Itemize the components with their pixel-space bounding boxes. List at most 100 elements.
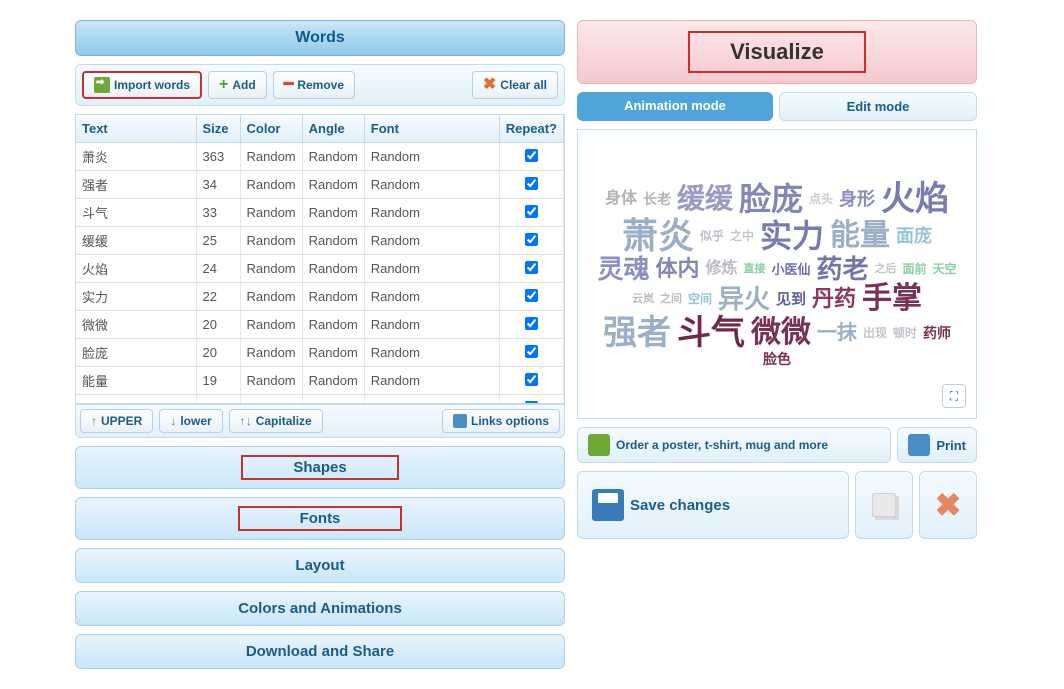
- table-row[interactable]: 萧炎363RandomRandomRandom: [76, 143, 564, 171]
- col-angle[interactable]: Angle: [302, 115, 364, 143]
- cell-font[interactable]: Random: [364, 255, 499, 283]
- repeat-checkbox[interactable]: [525, 317, 538, 330]
- table-row[interactable]: 实力22RandomRandomRandom: [76, 283, 564, 311]
- cell-color[interactable]: Random: [240, 227, 302, 255]
- colors-section[interactable]: Colors and Animations: [75, 591, 565, 626]
- cancel-button[interactable]: ✖: [919, 471, 977, 539]
- repeat-checkbox[interactable]: [525, 289, 538, 302]
- cell-color[interactable]: Random: [240, 143, 302, 171]
- cell-repeat[interactable]: [499, 339, 563, 367]
- cell-font[interactable]: Random: [364, 283, 499, 311]
- layout-section[interactable]: Layout: [75, 548, 565, 583]
- cell-text[interactable]: 斗气: [76, 199, 196, 227]
- shapes-section[interactable]: Shapes: [75, 446, 565, 489]
- cell-angle[interactable]: Random: [302, 199, 364, 227]
- cell-color[interactable]: Random: [240, 255, 302, 283]
- lower-button[interactable]: ↓ lower: [159, 409, 222, 433]
- cell-text[interactable]: 手掌: [76, 395, 196, 405]
- cell-angle[interactable]: Random: [302, 367, 364, 395]
- col-size[interactable]: Size: [196, 115, 240, 143]
- cell-size[interactable]: 33: [196, 199, 240, 227]
- words-table[interactable]: Text Size Color Angle Font Repeat? 萧炎363…: [75, 114, 565, 404]
- cell-color[interactable]: Random: [240, 339, 302, 367]
- cell-size[interactable]: 18: [196, 395, 240, 405]
- col-text[interactable]: Text: [76, 115, 196, 143]
- cell-font[interactable]: Random: [364, 227, 499, 255]
- cell-repeat[interactable]: [499, 367, 563, 395]
- col-color[interactable]: Color: [240, 115, 302, 143]
- cell-angle[interactable]: Random: [302, 143, 364, 171]
- save-button[interactable]: Save changes: [577, 471, 849, 539]
- cell-color[interactable]: Random: [240, 283, 302, 311]
- tab-edit-mode[interactable]: Edit mode: [779, 92, 977, 121]
- cell-font[interactable]: Random: [364, 199, 499, 227]
- cell-repeat[interactable]: [499, 283, 563, 311]
- table-row[interactable]: 火焰24RandomRandomRandom: [76, 255, 564, 283]
- cell-size[interactable]: 34: [196, 171, 240, 199]
- fonts-section[interactable]: Fonts: [75, 497, 565, 540]
- upper-button[interactable]: ↑ UPPER: [80, 409, 153, 433]
- repeat-checkbox[interactable]: [525, 149, 538, 162]
- print-button[interactable]: Print: [897, 427, 977, 463]
- table-row[interactable]: 强者34RandomRandomRandom: [76, 171, 564, 199]
- cell-font[interactable]: Random: [364, 395, 499, 405]
- visualize-button[interactable]: Visualize: [577, 20, 977, 84]
- word-cloud-canvas[interactable]: 身体长老缓缓脸庞点头身形火焰萧炎似乎之中实力能量面庞灵魂体内修炼直接小医仙药老之…: [577, 129, 977, 419]
- cell-size[interactable]: 22: [196, 283, 240, 311]
- cell-text[interactable]: 火焰: [76, 255, 196, 283]
- cell-text[interactable]: 能量: [76, 367, 196, 395]
- cell-repeat[interactable]: [499, 171, 563, 199]
- col-font[interactable]: Font: [364, 115, 499, 143]
- tab-animation-mode[interactable]: Animation mode: [577, 92, 773, 121]
- table-row[interactable]: 缓缓25RandomRandomRandom: [76, 227, 564, 255]
- repeat-checkbox[interactable]: [525, 233, 538, 246]
- cell-repeat[interactable]: [499, 395, 563, 405]
- table-row[interactable]: 斗气33RandomRandomRandom: [76, 199, 564, 227]
- cell-font[interactable]: Random: [364, 367, 499, 395]
- repeat-checkbox[interactable]: [525, 373, 538, 386]
- repeat-checkbox[interactable]: [525, 345, 538, 358]
- repeat-checkbox[interactable]: [525, 205, 538, 218]
- cell-angle[interactable]: Random: [302, 311, 364, 339]
- table-row[interactable]: 手掌18RandomRandomRandom: [76, 395, 564, 405]
- cell-text[interactable]: 脸庞: [76, 339, 196, 367]
- cell-angle[interactable]: Random: [302, 395, 364, 405]
- cell-angle[interactable]: Random: [302, 339, 364, 367]
- cell-text[interactable]: 实力: [76, 283, 196, 311]
- cell-angle[interactable]: Random: [302, 227, 364, 255]
- table-row[interactable]: 能量19RandomRandomRandom: [76, 367, 564, 395]
- cell-angle[interactable]: Random: [302, 283, 364, 311]
- cell-repeat[interactable]: [499, 227, 563, 255]
- cell-repeat[interactable]: [499, 143, 563, 171]
- copy-button[interactable]: [855, 471, 913, 539]
- cell-color[interactable]: Random: [240, 367, 302, 395]
- cell-angle[interactable]: Random: [302, 255, 364, 283]
- capitalize-button[interactable]: ↑↓ Capitalize: [229, 409, 323, 433]
- cell-text[interactable]: 强者: [76, 171, 196, 199]
- fullscreen-button[interactable]: ⛶: [942, 384, 966, 408]
- import-words-button[interactable]: Import words: [82, 71, 202, 99]
- cell-repeat[interactable]: [499, 199, 563, 227]
- cell-angle[interactable]: Random: [302, 171, 364, 199]
- links-options-button[interactable]: Links options: [442, 409, 560, 433]
- remove-button[interactable]: ━ Remove: [273, 71, 355, 99]
- cell-color[interactable]: Random: [240, 199, 302, 227]
- cell-size[interactable]: 25: [196, 227, 240, 255]
- cell-font[interactable]: Random: [364, 311, 499, 339]
- cell-size[interactable]: 20: [196, 339, 240, 367]
- cell-size[interactable]: 20: [196, 311, 240, 339]
- cell-repeat[interactable]: [499, 311, 563, 339]
- order-button[interactable]: Order a poster, t-shirt, mug and more: [577, 427, 891, 463]
- cell-font[interactable]: Random: [364, 143, 499, 171]
- repeat-checkbox[interactable]: [525, 261, 538, 274]
- cell-font[interactable]: Random: [364, 171, 499, 199]
- cell-text[interactable]: 微微: [76, 311, 196, 339]
- cell-size[interactable]: 24: [196, 255, 240, 283]
- cell-size[interactable]: 363: [196, 143, 240, 171]
- col-repeat[interactable]: Repeat?: [499, 115, 563, 143]
- download-section[interactable]: Download and Share: [75, 634, 565, 669]
- cell-text[interactable]: 萧炎: [76, 143, 196, 171]
- cell-text[interactable]: 缓缓: [76, 227, 196, 255]
- cell-color[interactable]: Random: [240, 171, 302, 199]
- cell-repeat[interactable]: [499, 255, 563, 283]
